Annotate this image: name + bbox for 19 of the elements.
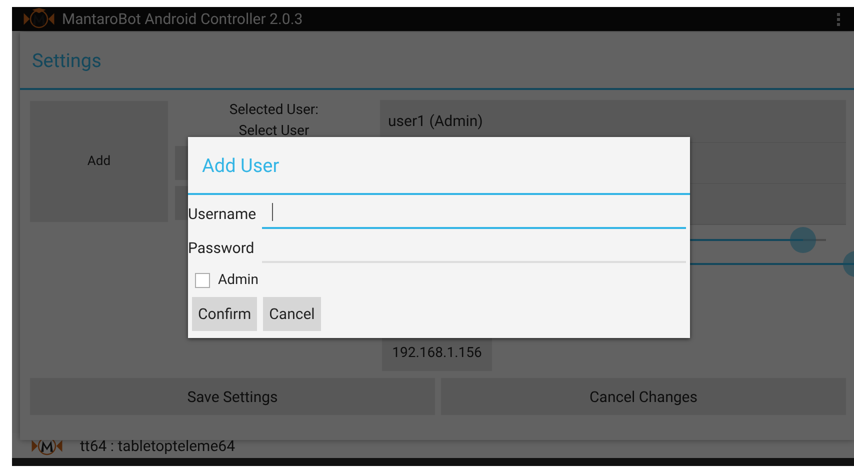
ip-address-button[interactable]: 192.168.1.156 — [382, 335, 492, 371]
sun-logo-icon — [22, 8, 56, 30]
dialog-button[interactable]: Confirm — [192, 297, 258, 331]
settings-button[interactable]: Save Settings — [30, 378, 435, 415]
overflow-menu-icon[interactable] — [837, 12, 840, 26]
dialog-title: Add User — [188, 137, 690, 195]
field-label: Password — [188, 239, 256, 259]
settings-button[interactable]: Cancel Changes — [441, 378, 846, 415]
checkbox-label: Admin — [218, 272, 258, 288]
add-button[interactable]: Add — [30, 101, 168, 222]
settings-title: Settings — [20, 32, 854, 90]
app-title: MantaroBot Android Controller 2.0.3 — [62, 10, 303, 28]
admin-checkbox[interactable] — [195, 272, 210, 288]
field-label: Username — [188, 205, 258, 225]
user-dropdown[interactable]: user1 (Admin) — [380, 100, 846, 143]
input-field[interactable] — [262, 201, 686, 229]
selected-user-label: Selected User: — [229, 101, 319, 120]
status-text: tt64 : tabletopteleme64 — [80, 436, 236, 454]
dialog-button[interactable]: Cancel — [263, 297, 321, 331]
